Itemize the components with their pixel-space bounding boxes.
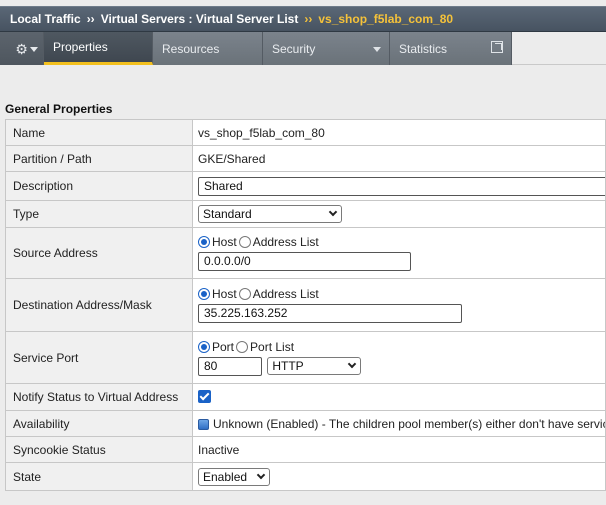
name-label: Name (5, 119, 193, 146)
service-port-field[interactable]: 80 (198, 356, 262, 376)
availability-label: Availability (5, 410, 193, 437)
source-address-list-radio[interactable] (238, 236, 251, 248)
notify-status-checkbox[interactable] (198, 390, 211, 403)
destination-address-label: Destination Address/Mask (5, 278, 193, 332)
description-label: Description (5, 171, 193, 201)
chevron-down-icon (373, 47, 381, 52)
notify-status-label: Notify Status to Virtual Address (5, 383, 193, 411)
destination-address-list-label: Address List (252, 287, 319, 301)
tab-security[interactable]: Security (263, 32, 390, 65)
port-list-radio[interactable] (236, 340, 249, 353)
table-row: Name vs_shop_f5lab_com_80 (5, 119, 606, 146)
tab-bar: ⚙ Properties Resources Security Statisti… (0, 32, 606, 65)
port-list-radio-label: Port List (250, 339, 295, 354)
gear-icon: ⚙ (15, 40, 28, 57)
destination-host-label: Host (212, 287, 237, 301)
chevron-down-icon (30, 47, 38, 52)
table-row: Availability Unknown (Enabled) - The chi… (5, 410, 606, 437)
breadcrumb-current-item: vs_shop_f5lab_com_80 (318, 12, 454, 26)
destination-address-field[interactable]: 35.225.163.252 (198, 304, 462, 323)
type-select-value: Standard (203, 207, 252, 221)
table-row: Type Standard (5, 200, 606, 228)
section-title: General Properties (5, 102, 113, 116)
state-select[interactable]: Enabled (198, 467, 270, 486)
table-row: Destination Address/Mask Host Address Lis… (5, 278, 606, 332)
table-row: Notify Status to Virtual Address (5, 383, 606, 411)
description-field[interactable]: Shared (198, 176, 605, 196)
table-row: State Enabled (5, 462, 606, 491)
popout-icon[interactable] (491, 41, 503, 53)
port-radio[interactable] (198, 340, 210, 353)
breadcrumb-separator: ›› (304, 12, 313, 26)
type-label: Type (5, 200, 193, 228)
protocol-select[interactable]: HTTP (267, 356, 362, 375)
tab-properties[interactable]: Properties (44, 32, 153, 65)
table-row: Source Address Host Address List 0.0.0.0/… (5, 227, 606, 279)
source-address-field[interactable]: 0.0.0.0/0 (198, 252, 411, 271)
general-properties-table: Name vs_shop_f5lab_com_80 Partition / Pa… (5, 119, 606, 491)
source-host-radio[interactable] (198, 236, 210, 248)
table-row: Syncookie Status Inactive (5, 436, 606, 463)
destination-host-radio[interactable] (198, 288, 210, 300)
chevron-down-icon (328, 207, 338, 217)
state-label: State (5, 462, 193, 491)
breadcrumb-local-traffic[interactable]: Local Traffic (10, 12, 81, 26)
tab-bar-spacer (512, 32, 606, 65)
tab-resources[interactable]: Resources (153, 32, 263, 65)
tab-statistics[interactable]: Statistics (390, 32, 512, 65)
port-radio-label: Port (212, 339, 235, 354)
partition-label: Partition / Path (5, 145, 193, 172)
table-row: Service Port Port Port List 80 HTTP (5, 331, 606, 384)
state-select-value: Enabled (203, 469, 248, 484)
source-host-label: Host (212, 235, 237, 249)
partition-value: GKE/Shared (192, 145, 606, 172)
breadcrumb-virtual-server-list[interactable]: Virtual Servers : Virtual Server List (101, 12, 299, 26)
chevron-down-icon (256, 470, 266, 479)
availability-value: Unknown (Enabled) - The children pool me… (213, 416, 605, 431)
syncookie-status-label: Syncookie Status (5, 436, 193, 463)
tab-statistics-label: Statistics (399, 41, 448, 56)
tab-security-label: Security (272, 41, 316, 56)
breadcrumb-separator: ›› (86, 12, 95, 26)
breadcrumb: Local Traffic ›› Virtual Servers : Virtu… (0, 6, 606, 32)
syncookie-status-value: Inactive (192, 436, 606, 463)
table-row: Description Shared (5, 171, 606, 201)
source-address-label: Source Address (5, 227, 193, 279)
type-select[interactable]: Standard (198, 205, 342, 223)
protocol-select-value: HTTP (272, 358, 304, 373)
name-value: vs_shop_f5lab_com_80 (192, 119, 606, 146)
service-port-label: Service Port (5, 331, 193, 384)
chevron-down-icon (348, 359, 357, 368)
destination-address-list-radio[interactable] (238, 288, 251, 300)
table-row: Partition / Path GKE/Shared (5, 145, 606, 172)
source-address-list-label: Address List (252, 235, 319, 249)
gear-menu-button[interactable]: ⚙ (0, 32, 44, 65)
status-unknown-icon (198, 418, 209, 430)
